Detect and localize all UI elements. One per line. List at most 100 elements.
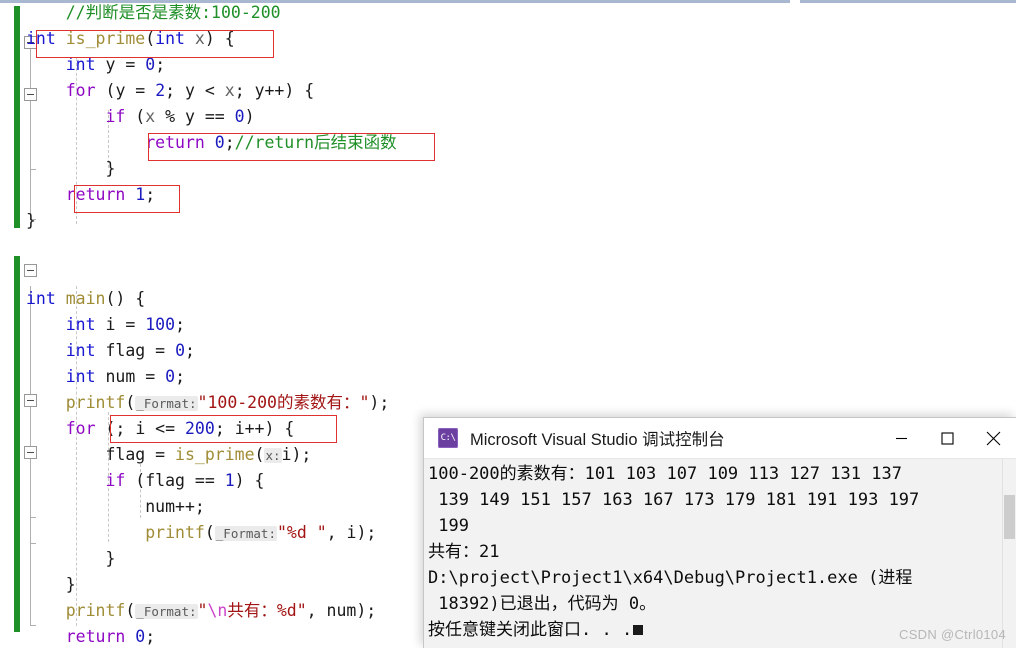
code-token-num: 0 [135,627,146,646]
code-token-pun: ; [145,627,156,646]
console-output-area[interactable]: 100-200的素数有：101 103 107 109 113 127 131 … [424,459,1016,648]
code-token-pun: ; [214,419,235,438]
code-token-pun: ); [291,445,312,464]
code-line[interactable]: int main() { [0,286,1016,312]
code-token-fn: printf [65,601,126,620]
code-line[interactable]: int is_prime(int x) { [0,26,1016,52]
minimize-button[interactable] [878,418,924,458]
code-line[interactable]: int y = 0; [0,52,1016,78]
code-line[interactable]: //判断是否是素数:100-200 [0,0,1016,26]
code-line[interactable]: return 1; [0,182,1016,208]
code-token-op: <= [145,419,185,438]
code-line[interactable]: int num = 0; [0,364,1016,390]
close-button[interactable] [970,418,1016,458]
code-token-pun: ; [155,55,166,74]
code-token-pun: ; [175,367,185,386]
code-token-hint: x: [264,448,282,463]
code-token-pun: ( [204,523,215,542]
code-token-op: == [194,107,235,126]
code-token-op: = [125,81,156,100]
code-token-op [185,29,195,48]
code-line[interactable]: int flag = 0; [0,338,1016,364]
code-line[interactable]: } [0,156,1016,182]
code-token-id: y [105,55,116,74]
code-line[interactable] [0,260,1016,286]
console-line: 139 149 151 157 163 167 173 179 181 191 … [428,490,920,510]
code-token-ctl: return [145,133,205,152]
csdn-watermark: CSDN @Ctrl0104 [899,627,1006,642]
console-line: D:\project\Project1\x64\Debug\Project1.e… [428,568,913,588]
code-token-op [125,627,135,646]
code-token-kw: int [65,55,96,74]
console-window[interactable]: C:\ Microsoft Visual Studio 调试控制台 100-20… [423,417,1016,648]
console-line: 共有：21 [428,542,500,562]
code-token-kw: int [155,29,185,48]
console-scrollbar[interactable] [1002,459,1016,648]
code-token-id: y [254,81,265,100]
code-token-op: = [115,55,146,74]
code-token-id: num [145,497,176,516]
code-token-id: num [105,367,136,386]
code-line[interactable] [0,234,1016,260]
code-token-id: y [184,107,195,126]
console-output-text: 100-200的素数有：101 103 107 109 113 127 131 … [424,461,1016,643]
console-line: 100-200的素数有：101 103 107 109 113 127 131 … [428,464,902,484]
code-line[interactable]: if (x % y == 0) [0,104,1016,130]
code-token-pun: ) { [234,471,265,490]
code-token-fn: is_prime [65,29,146,48]
code-token-hint: _Format: [214,526,277,541]
code-token-num: 0 [234,107,245,126]
console-scrollbar-thumb[interactable] [1004,495,1015,539]
code-token-pun: } [105,549,116,568]
code-token-op [125,185,135,204]
code-line[interactable]: int i = 100; [0,312,1016,338]
screenshot-root: //判断是否是素数:100-200 int is_prime(int x) { i… [0,0,1016,648]
code-token-op [56,289,66,308]
code-token-id: i [105,315,116,334]
code-token-pun: } [26,211,36,230]
code-token-id: y [115,81,126,100]
code-token-kw: int [65,341,96,360]
code-token-num: 0 [175,341,185,360]
code-token-id: i [281,445,292,464]
code-token-prm: x [194,29,205,48]
code-token-pun: } [105,159,116,178]
code-token-str: "%d " [276,523,327,542]
code-token-pun: ); [369,393,390,412]
code-token-pun: () { [105,289,146,308]
code-token-pun: } [65,575,76,594]
console-titlebar[interactable]: C:\ Microsoft Visual Studio 调试控制台 [424,418,1016,459]
code-line[interactable]: } [0,208,1016,234]
code-line[interactable]: printf(_Format:"100-200的素数有："); [0,390,1016,416]
code-token-pun: ; [185,341,195,360]
code-token-pun: ( [125,107,146,126]
code-token-pun: ; [234,81,255,100]
code-token-num: 1 [135,185,146,204]
code-token-id: flag [145,471,185,490]
code-token-num: 200 [185,419,215,438]
code-token-esc: \n [207,601,228,620]
window-controls[interactable] [878,418,1016,458]
code-token-kw: int [65,367,96,386]
code-token-op [96,341,106,360]
code-token-kw: int [26,29,56,48]
code-line[interactable]: return 0;//return后结束函数 [0,130,1016,156]
maximize-button[interactable] [924,418,970,458]
code-token-ctl: if [105,107,126,126]
code-token-pun: ( [125,393,136,412]
console-window-title: Microsoft Visual Studio 调试控制台 [470,431,725,449]
code-token-pun: ); [356,523,377,542]
code-token-op [96,315,106,334]
code-token-ctl: if [105,471,126,490]
code-line[interactable]: for (y = 2; y < x; y++) { [0,78,1016,104]
code-token-ctl: for [65,419,96,438]
code-token-op [96,367,106,386]
code-token-fn: is_prime [175,445,255,464]
